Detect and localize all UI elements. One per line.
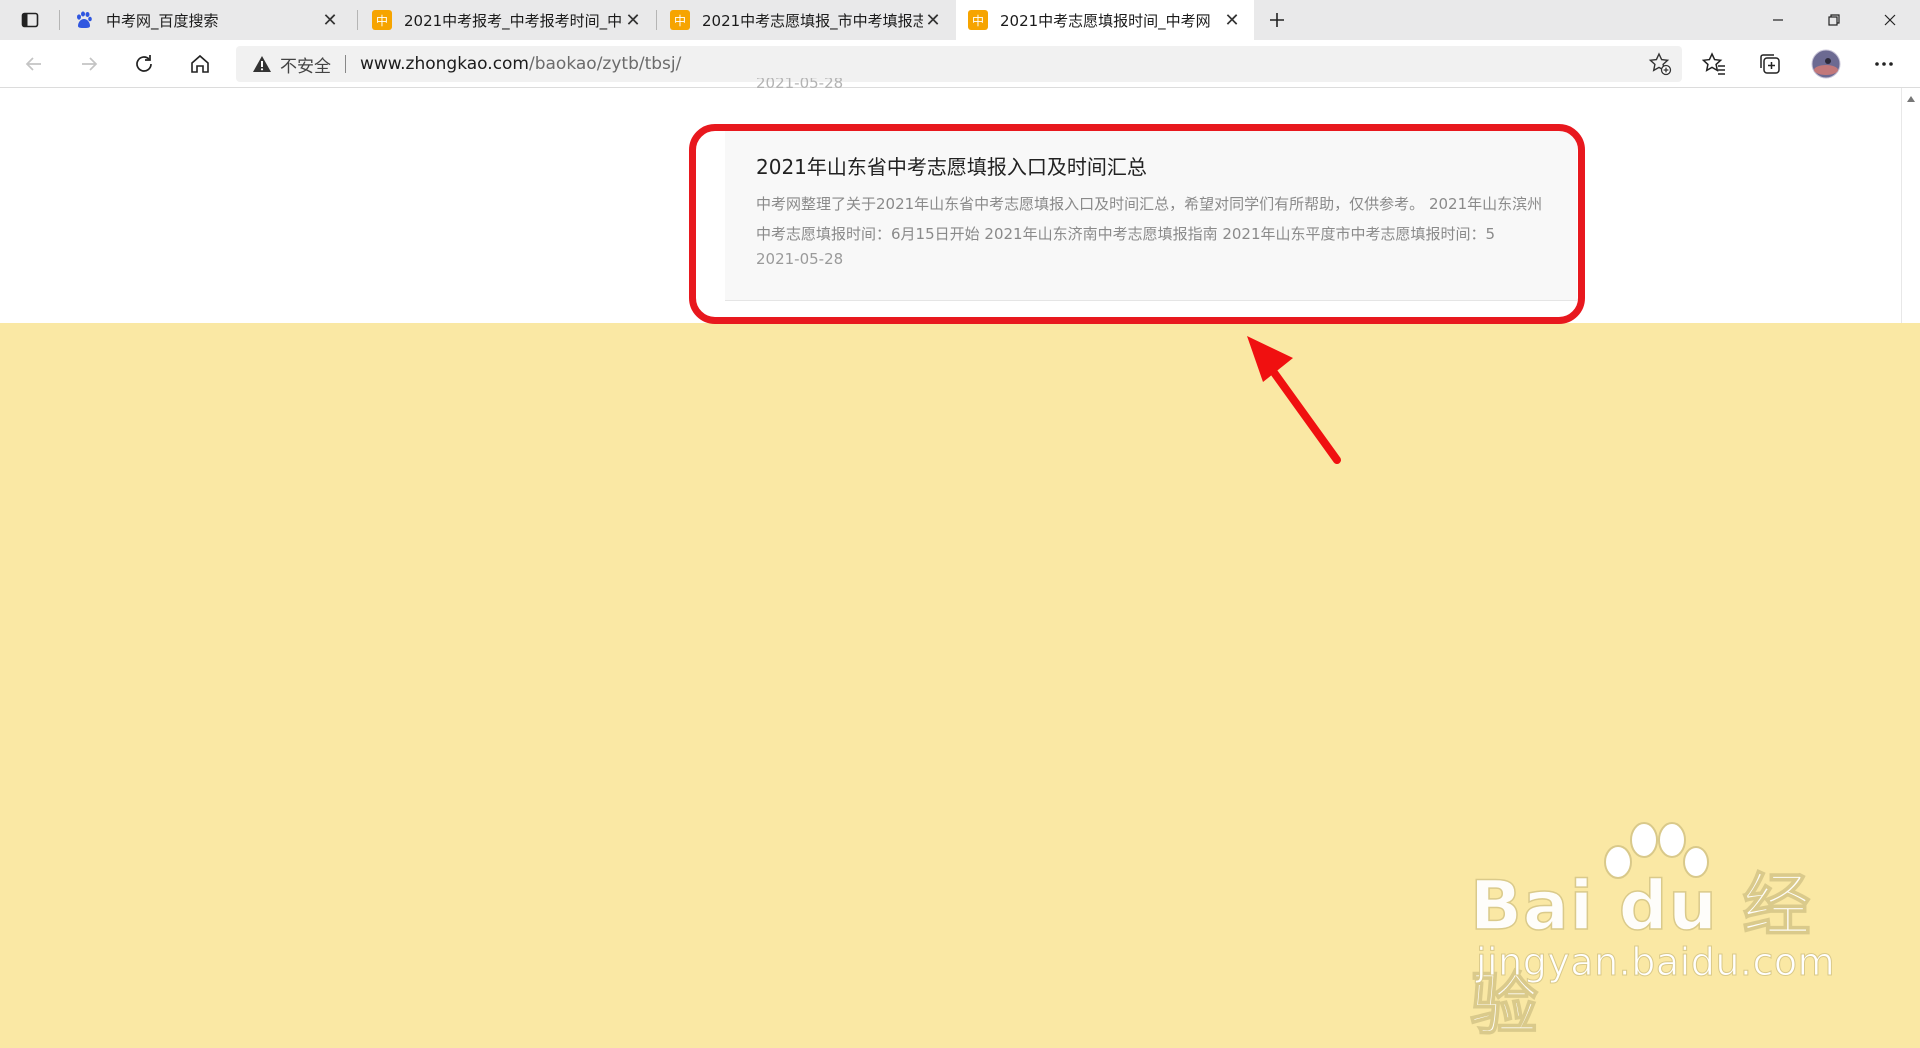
url-path: /baokao/zytb/tbsj/ (529, 54, 682, 74)
forward-button[interactable] (73, 48, 105, 80)
tab-separator (59, 10, 60, 30)
tab-separator (357, 10, 358, 30)
add-favorite-icon[interactable] (1646, 50, 1674, 78)
highlight-box (689, 124, 1585, 324)
warning-icon[interactable] (252, 55, 272, 73)
red-arrow-icon (1247, 336, 1341, 464)
back-button[interactable] (18, 48, 50, 80)
address-divider (345, 55, 346, 73)
profile-avatar[interactable] (1810, 48, 1842, 80)
close-icon[interactable]: ✕ (623, 10, 643, 31)
tab-title: 中考网_百度搜索 (106, 11, 219, 30)
zhongkao-icon: 中 (372, 10, 392, 30)
collections-icon[interactable] (1754, 48, 1786, 80)
tab-strip: 中考网_百度搜索 ✕ 中 2021中考报考_中考报考时间_中考 ✕ 中 2021… (0, 0, 1920, 40)
close-window-button[interactable] (1862, 0, 1918, 40)
restore-button[interactable] (1806, 0, 1862, 40)
baidu-paw-icon (74, 10, 94, 30)
url-host: www.zhongkao.com (360, 54, 529, 74)
url-text[interactable]: www.zhongkao.com/baokao/zytb/tbsj/ (360, 54, 681, 74)
home-button[interactable] (184, 48, 216, 80)
previous-article-date: 2021-05-28 (756, 78, 844, 92)
more-options-icon[interactable] (1868, 48, 1900, 80)
baidu-jingyan-watermark: Bai du 经验 jingyan.baidu.com (1469, 820, 1835, 1046)
close-icon[interactable]: ✕ (923, 10, 943, 31)
browser-toolbar: 不安全 www.zhongkao.com/baokao/zytb/tbsj/ (0, 40, 1920, 88)
tab-actions-icon[interactable] (14, 4, 46, 36)
zhongkao-icon: 中 (968, 10, 988, 30)
watermark-url: jingyan.baidu.com (1475, 940, 1836, 985)
close-icon[interactable]: ✕ (320, 10, 340, 31)
address-bar[interactable]: 不安全 www.zhongkao.com/baokao/zytb/tbsj/ (236, 46, 1682, 82)
new-tab-button[interactable] (1261, 4, 1293, 36)
tab-zhongkao-zytb[interactable]: 中 2021中考志愿填报_市中考填报志 ✕ (658, 0, 955, 40)
security-label[interactable]: 不安全 (280, 52, 331, 77)
tab-baidu-search[interactable]: 中考网_百度搜索 ✕ (62, 0, 352, 40)
scroll-up-arrow-icon[interactable] (1907, 96, 1915, 102)
tab-title: 2021中考志愿填报时间_中考网 (1000, 11, 1211, 30)
tab-title: 2021中考报考_中考报考时间_中考 (404, 11, 623, 30)
zhongkao-icon: 中 (670, 10, 690, 30)
minimize-button[interactable] (1750, 0, 1806, 40)
tab-zhongkao-baokao[interactable]: 中 2021中考报考_中考报考时间_中考 ✕ (360, 0, 655, 40)
scrollbar[interactable] (1901, 88, 1920, 323)
tab-separator (656, 10, 657, 30)
tab-zhongkao-tbsj[interactable]: 中 2021中考志愿填报时间_中考网 ✕ (956, 0, 1254, 40)
tab-title: 2021中考志愿填报_市中考填报志 (702, 11, 923, 30)
refresh-button[interactable] (128, 48, 160, 80)
close-icon[interactable]: ✕ (1222, 10, 1242, 31)
favorites-icon[interactable] (1698, 48, 1730, 80)
